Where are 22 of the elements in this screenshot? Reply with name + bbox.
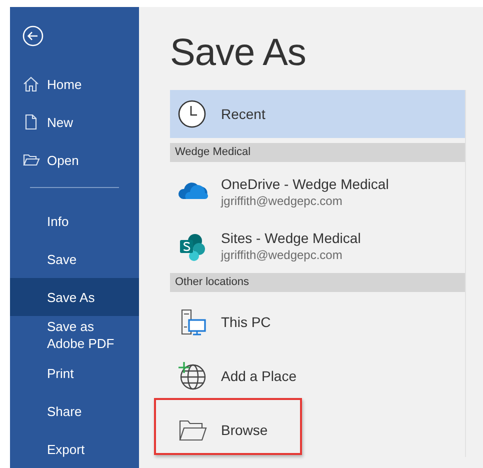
location-item[interactable]: OneDrive - Wedge Medical jgriffith@wedgepc.com — [170, 165, 465, 219]
location-item[interactable]: Browse — [170, 403, 465, 457]
location-item[interactable]: This PC — [170, 295, 465, 349]
nav-item[interactable]: Export — [10, 430, 139, 468]
nav-item[interactable]: Share — [10, 392, 139, 430]
nav-item[interactable]: Save As — [10, 278, 139, 316]
section-header: Other locations — [170, 273, 465, 292]
nav-item[interactable]: Info — [10, 202, 139, 240]
home-icon — [22, 75, 40, 94]
recent-item[interactable]: Recent — [170, 90, 465, 138]
location-item[interactable]: Sites - Wedge Medical jgriffith@wedgepc.com — [170, 219, 465, 273]
nav-item[interactable]: Save — [10, 240, 139, 278]
nav-item[interactable]: New — [10, 103, 139, 142]
back-button[interactable] — [22, 25, 44, 48]
nav-item[interactable]: Print — [10, 354, 139, 392]
location-item[interactable]: Add a Place — [170, 349, 465, 403]
page-title: Save As — [170, 31, 307, 76]
clock-icon — [177, 99, 207, 129]
nav-item[interactable]: Save as Adobe PDF — [10, 316, 139, 354]
nav-item[interactable]: Open — [10, 141, 139, 180]
nav-item[interactable]: Home — [10, 65, 139, 104]
section-header: Wedge Medical — [170, 143, 465, 162]
